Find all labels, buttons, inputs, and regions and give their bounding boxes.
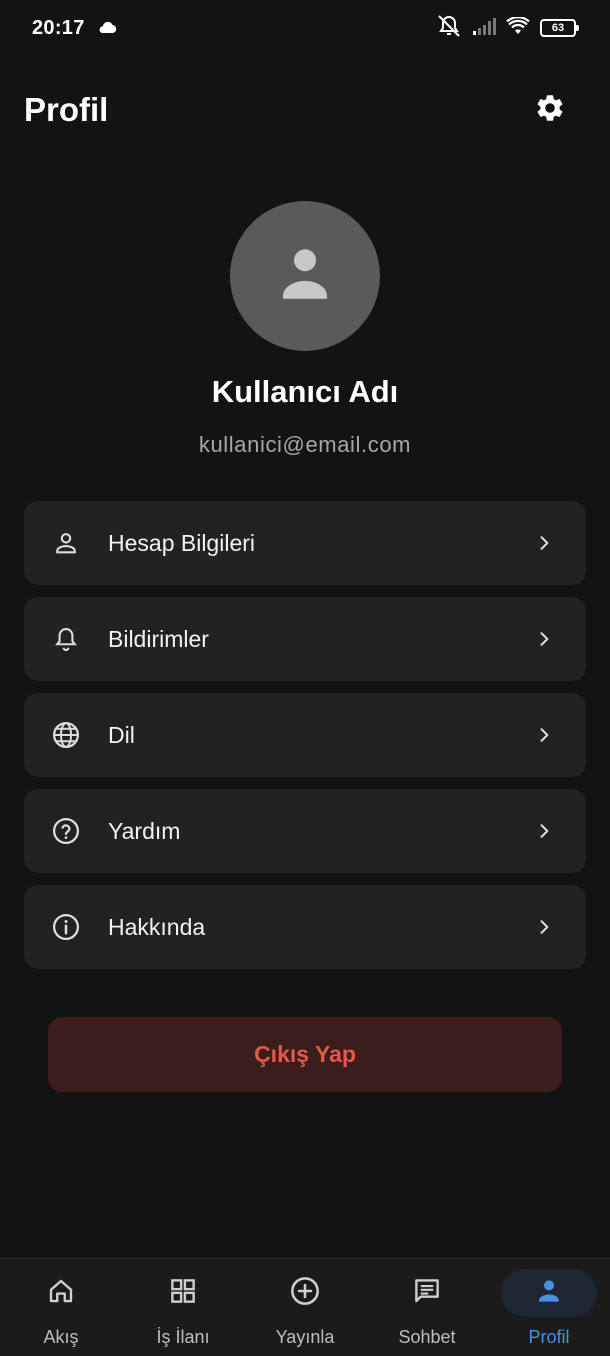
page-title: Profil bbox=[24, 91, 109, 128]
nav-icon-container bbox=[135, 1269, 231, 1317]
person-icon bbox=[272, 241, 338, 312]
help-circle-icon bbox=[50, 815, 82, 847]
chevron-right-icon bbox=[532, 819, 556, 843]
bottom-nav: Akış İş İlanı Yayınla Sohbet Profil bbox=[0, 1258, 610, 1356]
grid-icon bbox=[168, 1276, 198, 1311]
user-email: kullanici@email.com bbox=[198, 432, 412, 457]
menu-item-label: Yardım bbox=[108, 817, 181, 844]
chevron-right-icon bbox=[532, 915, 556, 939]
bell-icon bbox=[50, 623, 82, 655]
status-time: 20:17 bbox=[32, 16, 85, 39]
nav-label: İş İlanı bbox=[156, 1327, 210, 1347]
nav-icon-container bbox=[13, 1269, 109, 1317]
nav-label: Sohbet bbox=[398, 1327, 456, 1347]
avatar[interactable] bbox=[230, 201, 380, 351]
chevron-right-icon bbox=[532, 723, 556, 747]
chevron-right-icon bbox=[532, 627, 556, 651]
menu-item-help[interactable]: Yardım bbox=[24, 789, 586, 873]
status-right: 63 bbox=[436, 14, 579, 43]
menu-item-notifications[interactable]: Bildirimler bbox=[24, 597, 586, 681]
signal-icon bbox=[472, 17, 496, 40]
cloud-icon bbox=[97, 17, 117, 40]
person-outline-icon bbox=[50, 527, 82, 559]
nav-item-profile[interactable]: Profil bbox=[488, 1259, 610, 1356]
nav-icon-container bbox=[257, 1269, 353, 1317]
nav-icon-container bbox=[501, 1269, 597, 1317]
nav-item-jobs[interactable]: İş İlanı bbox=[122, 1259, 244, 1356]
person-icon bbox=[534, 1276, 564, 1311]
nav-item-chat[interactable]: Sohbet bbox=[366, 1259, 488, 1356]
user-name: Kullanıcı Adı bbox=[211, 374, 399, 409]
globe-icon bbox=[50, 719, 82, 751]
bell-off-icon bbox=[436, 14, 462, 43]
menu-item-label: Hakkında bbox=[108, 913, 206, 940]
home-icon bbox=[46, 1276, 76, 1311]
menu-item-about[interactable]: Hakkında bbox=[24, 885, 586, 969]
add-circle-icon bbox=[289, 1275, 321, 1312]
wifi-icon bbox=[506, 15, 530, 40]
header: Profil bbox=[0, 80, 610, 140]
chevron-right-icon bbox=[532, 531, 556, 555]
logout-button[interactable]: Çıkış Yap bbox=[48, 1017, 562, 1092]
menu-item-language[interactable]: Dil bbox=[24, 693, 586, 777]
chat-icon bbox=[412, 1276, 442, 1311]
menu-item-label: Bildirimler bbox=[108, 625, 209, 652]
battery-icon: 63 bbox=[540, 19, 579, 37]
nav-item-feed[interactable]: Akış bbox=[0, 1259, 122, 1356]
settings-button[interactable] bbox=[528, 88, 572, 132]
nav-label: Yayınla bbox=[275, 1327, 335, 1347]
status-bar: 20:17 63 bbox=[0, 0, 610, 56]
gear-icon bbox=[534, 92, 566, 129]
info-circle-icon bbox=[50, 911, 82, 943]
nav-item-publish[interactable]: Yayınla bbox=[244, 1259, 366, 1356]
settings-menu: Hesap Bilgileri Bildirimler Dil Yardım H… bbox=[24, 501, 586, 981]
menu-item-account[interactable]: Hesap Bilgileri bbox=[24, 501, 586, 585]
nav-label: Akış bbox=[43, 1327, 79, 1347]
menu-item-label: Hesap Bilgileri bbox=[108, 529, 256, 556]
nav-icon-container bbox=[379, 1269, 475, 1317]
status-left: 20:17 bbox=[32, 17, 117, 40]
menu-item-label: Dil bbox=[108, 721, 135, 748]
nav-label: Profil bbox=[528, 1327, 570, 1347]
